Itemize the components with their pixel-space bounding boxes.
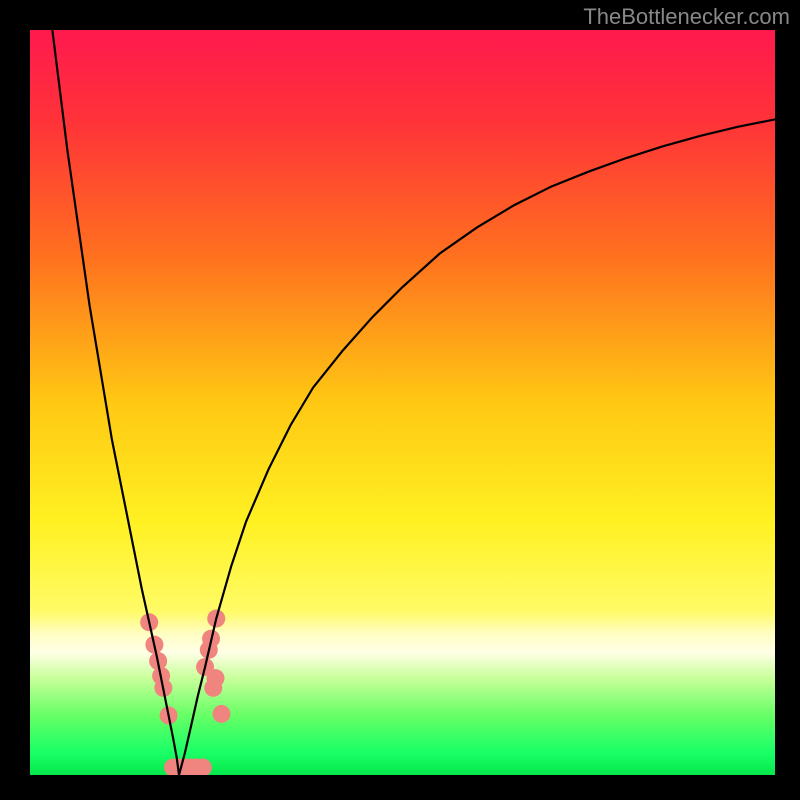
watermark-text: TheBottlenecker.com (583, 4, 790, 30)
marker-dot (212, 705, 230, 723)
gradient-background (30, 30, 775, 775)
plot-svg (30, 30, 775, 775)
plot-area (30, 30, 775, 775)
marker-dot (207, 669, 225, 687)
chart-frame: TheBottlenecker.com (0, 0, 800, 800)
